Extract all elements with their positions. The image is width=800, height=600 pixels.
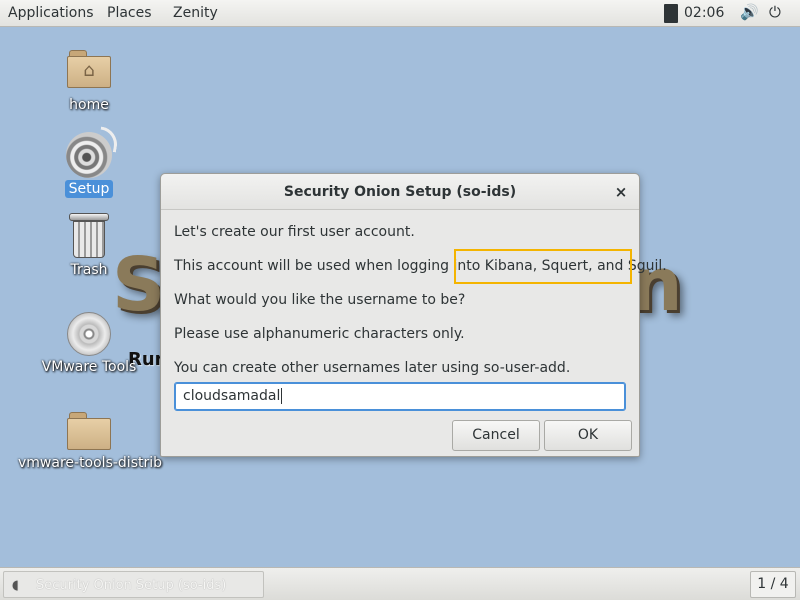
top-panel: Applications Places Zenity 02:06 🔊 ⏻ — [0, 0, 800, 27]
desktop-icon-vmware-tools-distrib[interactable]: vmware-tools-distrib — [14, 412, 164, 472]
desktop-icon-home[interactable]: ⌂ home — [44, 50, 134, 114]
clock[interactable]: 02:06 — [684, 5, 724, 21]
power-icon[interactable]: ⏻ — [769, 3, 781, 21]
home-folder-icon: ⌂ — [67, 50, 111, 88]
indicator-block — [664, 4, 678, 23]
desktop-icon-label: home — [69, 97, 109, 113]
dialog-title: Security Onion Setup (so-ids) — [283, 184, 517, 200]
desktop-icon-setup[interactable]: Setup — [44, 132, 134, 198]
dialog-text-line: Please use alphanumeric characters only. — [174, 326, 465, 342]
username-input[interactable]: cloudsamadal — [174, 382, 626, 411]
volume-icon[interactable]: 🔊 — [740, 3, 759, 21]
dialog-text-line: Let's create our first user account. — [174, 224, 415, 240]
dialog-text-line: What would you like the username to be? — [174, 292, 466, 308]
places-menu[interactable]: Places — [107, 5, 152, 21]
dialog-titlebar[interactable]: Security Onion Setup (so-ids) × — [161, 174, 639, 210]
dialog-text-line: You can create other usernames later usi… — [174, 360, 571, 376]
desktop-icon-label: Setup — [64, 180, 114, 198]
close-icon[interactable]: × — [611, 182, 631, 202]
zenity-menu[interactable]: Zenity — [173, 5, 218, 21]
desktop-icon-label: vmware-tools-distrib — [18, 455, 163, 471]
setup-icon — [66, 132, 112, 178]
bottom-panel: ◖ Security Onion Setup (so-ids) 1 / 4 — [0, 567, 800, 600]
username-input-value: cloudsamadal — [183, 388, 281, 404]
taskbar-window-label: Security Onion Setup (so-ids) — [36, 578, 227, 593]
desktop-icon-vmware-tools[interactable]: VMware Tools — [34, 312, 144, 376]
cd-icon — [67, 312, 111, 356]
window-icon: ◖ — [12, 578, 19, 593]
setup-dialog: Security Onion Setup (so-ids) × Let's cr… — [160, 173, 667, 457]
workspace-switcher[interactable]: 1 / 4 — [750, 571, 796, 598]
folder-icon — [67, 412, 111, 450]
trash-icon — [69, 213, 109, 259]
ok-button[interactable]: OK — [544, 420, 632, 451]
desktop-icon-trash[interactable]: Trash — [44, 213, 134, 279]
applications-menu[interactable]: Applications — [8, 5, 94, 21]
highlight-box — [454, 249, 632, 284]
desktop-icon-label: Trash — [70, 262, 108, 278]
desktop-icon-label: VMware Tools — [41, 359, 137, 375]
cancel-button[interactable]: Cancel — [452, 420, 540, 451]
text-caret — [281, 388, 283, 404]
taskbar-window-button[interactable]: ◖ Security Onion Setup (so-ids) — [3, 571, 264, 598]
